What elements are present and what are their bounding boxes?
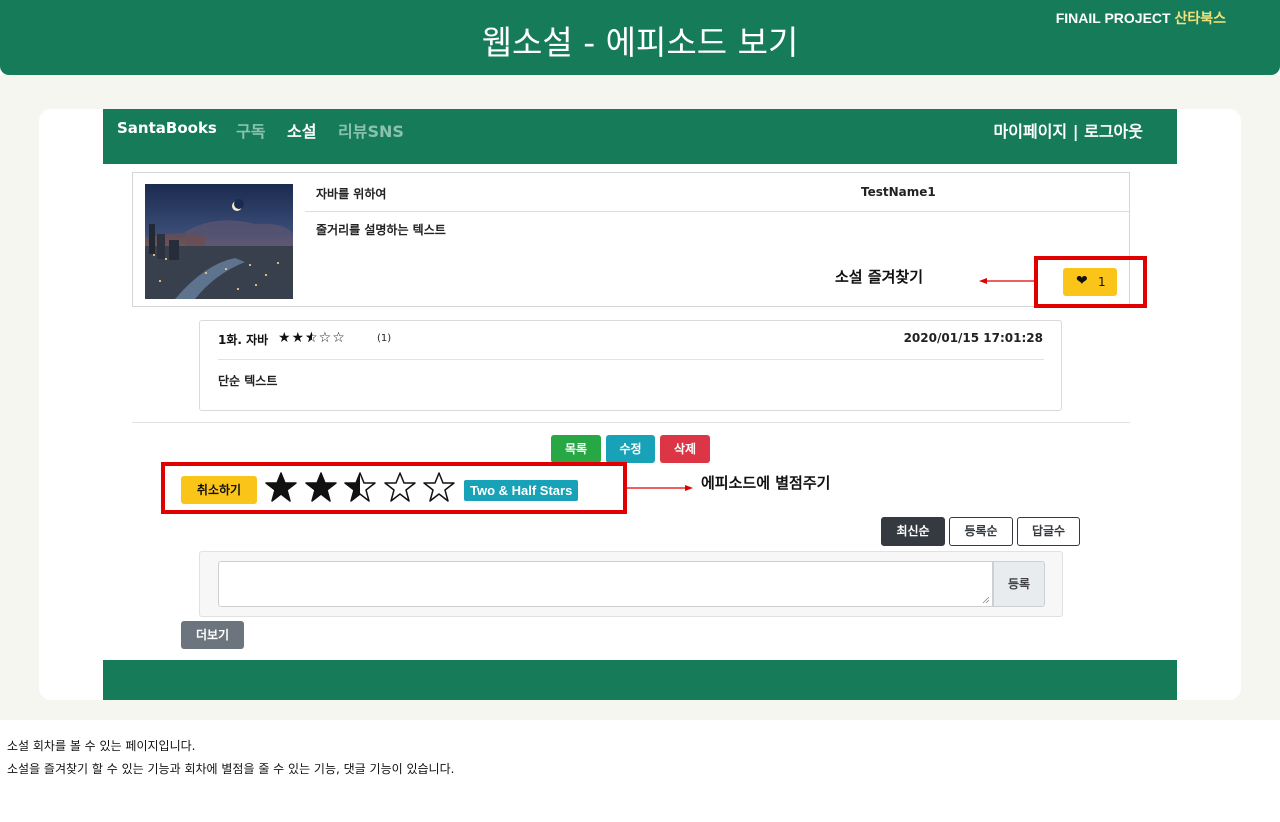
- screenshot-card: SantaBooks 구독 소설 리뷰SNS 마이페이지 | 로그아웃 자바를 …: [39, 109, 1241, 700]
- nav-item-novel[interactable]: 소설: [287, 118, 316, 142]
- star-outline-icon-5[interactable]: [423, 471, 455, 503]
- delete-button[interactable]: 삭제: [660, 435, 710, 463]
- star-half-icon-3[interactable]: [344, 471, 376, 503]
- annotation-rating-label: 에피소드에 별점주기: [701, 474, 831, 492]
- nav-item-subscribe[interactable]: 구독: [236, 118, 265, 142]
- comment-form: 등록: [199, 551, 1063, 617]
- page-title: 웹소설 - 에피소드 보기: [481, 23, 799, 62]
- novel-title: 자바를 위하여: [316, 187, 387, 201]
- night-city-cover-image: [145, 184, 293, 299]
- caption-line: 소설을 즐겨찾기 할 수 있는 기능과 회차에 별점을 줄 수 있는 기능, 댓…: [7, 762, 455, 776]
- resize-grip-icon[interactable]: [982, 596, 990, 604]
- cancel-rating-button[interactable]: 취소하기: [181, 476, 257, 504]
- annotation-favorite-label: 소설 즐겨찾기: [835, 268, 924, 286]
- novel-author: TestName1: [861, 185, 936, 199]
- divider: [132, 422, 1130, 423]
- novel-cover-image: [145, 184, 293, 299]
- project-label: FINAIL PROJECT 산타북스: [1056, 8, 1226, 28]
- episode-card: 1화. 자바 ★★☆★☆☆ (1) 2020/01/15 17:01:28 단순…: [199, 320, 1062, 411]
- annotation-arrow-favorite: [979, 278, 1037, 284]
- caption-line: 소설 회차를 볼 수 있는 페이지입니다.: [7, 739, 196, 753]
- list-button[interactable]: 목록: [551, 435, 601, 463]
- comment-textarea[interactable]: [218, 561, 993, 607]
- nav-item-review-sns[interactable]: 리뷰SNS: [338, 118, 404, 142]
- episode-body: 단순 텍스트: [218, 374, 278, 388]
- episode-rating-stars: ★★☆★☆☆: [278, 330, 346, 346]
- annotation-arrow-rating: [625, 485, 693, 491]
- divider: [218, 359, 1044, 360]
- footer-bar: [103, 660, 1177, 700]
- edit-button[interactable]: 수정: [606, 435, 655, 463]
- project-name: 산타북스: [1174, 10, 1226, 26]
- episode-title: 1화. 자바: [218, 333, 269, 347]
- sort-registered-button[interactable]: 등록순: [949, 517, 1013, 546]
- star-outline-icon-4[interactable]: [384, 471, 416, 503]
- sort-replies-button[interactable]: 답글수: [1017, 517, 1080, 546]
- star-icon-2[interactable]: [305, 471, 337, 503]
- comment-submit-button[interactable]: 등록: [993, 561, 1045, 607]
- episode-rating-count: (1): [377, 333, 392, 344]
- sort-newest-button[interactable]: 최신순: [881, 517, 945, 546]
- novel-description: 줄거리를 설명하는 텍스트: [316, 223, 446, 237]
- divider: [305, 211, 1129, 212]
- rating-label-badge: Two & Half Stars: [464, 480, 579, 501]
- top-navbar: SantaBooks 구독 소설 리뷰SNS 마이페이지 | 로그아웃: [103, 109, 1177, 164]
- episode-date: 2020/01/15 17:01:28: [903, 331, 1043, 345]
- project-label-text: FINAIL PROJECT: [1055, 10, 1171, 26]
- screenshot-stage: SantaBooks 구독 소설 리뷰SNS 마이페이지 | 로그아웃 자바를 …: [0, 75, 1280, 720]
- brand-link[interactable]: SantaBooks: [117, 119, 217, 137]
- load-more-button[interactable]: 더보기: [181, 621, 244, 649]
- annotation-box-favorite: [1034, 256, 1147, 308]
- star-icon-1[interactable]: [265, 471, 297, 503]
- nav-mypage-logout[interactable]: 마이페이지 | 로그아웃: [994, 118, 1143, 142]
- page-banner: 웹소설 - 에피소드 보기 FINAIL PROJECT 산타북스: [0, 0, 1280, 75]
